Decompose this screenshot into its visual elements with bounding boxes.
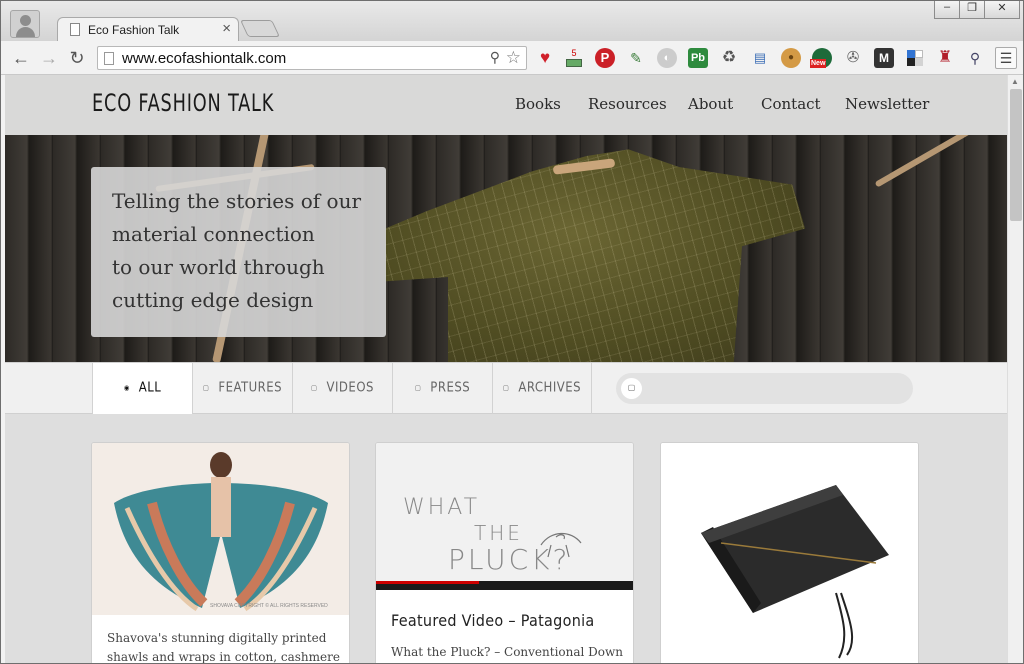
page-icon — [70, 23, 80, 36]
film-reel-icon[interactable]: ✇ — [843, 48, 863, 68]
close-window-button[interactable]: ✕ — [984, 1, 1020, 19]
scrollbar-thumb[interactable] — [1010, 89, 1022, 221]
filter-tab-features[interactable]: ▢ FEATURES — [192, 363, 292, 414]
folder-extension-icon[interactable]: ▤ — [750, 48, 770, 68]
badge-extension-icon[interactable]: 5 — [564, 48, 584, 68]
bird-doodle-icon — [540, 532, 582, 558]
filter-tab-videos[interactable]: ▢ VIDEOS — [292, 363, 392, 414]
nav-newsletter[interactable]: Newsletter — [845, 95, 929, 113]
pinterest-icon[interactable]: P — [595, 48, 615, 68]
tagline-line: cutting edge design — [112, 288, 314, 312]
chrome-menu-icon[interactable]: ☰ — [995, 47, 1017, 69]
ghost-extension-icon[interactable]: ◐ — [657, 48, 677, 68]
cookie-icon[interactable]: ● — [781, 48, 801, 68]
recycle-icon[interactable]: ♻ — [719, 48, 739, 68]
image-caption: SHOVAVA COPYRIGHT © ALL RIGHTS RESERVED — [210, 603, 328, 609]
tagline-box: Telling the stories of our material conn… — [91, 167, 386, 337]
vertical-scrollbar[interactable]: ▲ — [1007, 75, 1023, 663]
card-excerpt: Shavova's stunning digitally printed sha… — [107, 631, 340, 663]
armchair-extension-icon[interactable]: ♜ — [935, 48, 955, 68]
video-thumbnail[interactable]: WHAT THE PLUCK? — [376, 443, 633, 590]
nav-contact[interactable]: Contact — [761, 95, 821, 113]
active-dot-icon: ◉ — [123, 384, 130, 392]
delicious-icon[interactable] — [905, 48, 925, 68]
new-tab-button[interactable] — [240, 20, 280, 37]
tab-title: Eco Fashion Talk — [88, 23, 180, 37]
tab-close-icon[interactable]: × — [222, 20, 231, 37]
tagline-line: material connection — [112, 222, 315, 246]
box-icon: ▢ — [414, 384, 422, 392]
page-viewport: ECO FASHION TALK Books Resources About C… — [5, 75, 1007, 663]
reload-icon[interactable]: ↻ — [65, 46, 89, 70]
branch-stick — [874, 135, 982, 188]
badge-count: 5 — [571, 48, 577, 58]
back-arrow-icon[interactable]: ← — [9, 46, 33, 70]
filter-tab-all[interactable]: ◉ ALL — [92, 363, 192, 414]
browser-window: Eco Fashion Talk × – ❐ ✕ ← → ↻ www.ecofa… — [0, 0, 1024, 664]
hero-banner: Telling the stories of our material conn… — [5, 135, 1007, 362]
site-logo[interactable]: ECO FASHION TALK — [92, 89, 274, 117]
pb-extension-icon[interactable]: Pb — [688, 48, 708, 68]
minimize-button[interactable]: – — [934, 1, 960, 19]
tagline-line: to our world through — [112, 255, 325, 279]
scroll-up-arrow-icon[interactable]: ▲ — [1011, 77, 1019, 86]
shawl-image: SHOVAVA COPYRIGHT © ALL RIGHTS RESERVED — [92, 443, 349, 615]
post-card[interactable]: SHOVAVA COPYRIGHT © ALL RIGHTS RESERVED … — [91, 442, 350, 663]
filter-tab-archives[interactable]: ▢ ARCHIVES — [492, 363, 592, 414]
clutch-image — [661, 443, 918, 663]
profile-avatar-icon[interactable] — [10, 10, 40, 38]
box-icon: ▢ — [311, 384, 318, 392]
thumbnail-word: THE — [474, 521, 523, 545]
forward-arrow-icon[interactable]: → — [37, 46, 61, 70]
card-title[interactable]: Featured Video – Patagonia — [391, 611, 595, 630]
filter-tab-press[interactable]: ▢ PRESS — [392, 363, 492, 414]
thumbnail-word: WHAT — [403, 495, 481, 520]
nav-books[interactable]: Books — [515, 95, 561, 113]
dropper-extension-icon[interactable]: ✎ — [626, 48, 646, 68]
address-bar[interactable]: www.ecofashiontalk.com ⚲ ☆ — [97, 46, 527, 70]
browser-toolbar: ← → ↻ www.ecofashiontalk.com ⚲ ☆ ♥ 5 P ✎… — [1, 41, 1023, 75]
nav-resources[interactable]: Resources — [588, 95, 667, 113]
site-header: ECO FASHION TALK Books Resources About C… — [5, 75, 1007, 135]
video-player-bar[interactable] — [376, 581, 633, 590]
nav-about[interactable]: About — [688, 95, 733, 113]
new-badge: New — [810, 59, 827, 68]
bookmark-star-icon[interactable]: ☆ — [506, 48, 521, 68]
post-card[interactable]: WHAT THE PLUCK? Featured Video – Patagon… — [375, 442, 634, 663]
category-filter-bar: ◉ ALL ▢ FEATURES ▢ VIDEOS ▢ PRESS ▢ ARCHIVES … — [5, 362, 1007, 414]
tab-strip: Eco Fashion Talk × – ❐ ✕ — [1, 1, 1023, 42]
search-icon[interactable]: ⚲ — [490, 49, 500, 66]
box-icon: ▢ — [202, 384, 210, 392]
post-card[interactable] — [660, 442, 919, 663]
jacket-image — [385, 149, 805, 362]
heart-extension-icon[interactable]: ♥ — [535, 48, 555, 68]
page-icon — [104, 52, 114, 65]
m-extension-icon[interactable]: M — [874, 48, 894, 68]
site-search-input[interactable]: ▢ — [616, 373, 913, 404]
tagline-line: Telling the stories of our — [112, 189, 362, 213]
gauge-extension-icon[interactable]: New — [810, 48, 832, 68]
maximize-button[interactable]: ❐ — [959, 1, 985, 19]
browser-tab[interactable]: Eco Fashion Talk × — [57, 17, 239, 42]
key-extension-icon[interactable]: ⚲ — [965, 48, 985, 68]
box-icon: ▢ — [502, 384, 510, 392]
url-text[interactable]: www.ecofashiontalk.com — [122, 50, 286, 67]
card-excerpt: What the Pluck? – Conventional Down — [391, 645, 624, 659]
search-icon[interactable]: ▢ — [621, 378, 642, 399]
